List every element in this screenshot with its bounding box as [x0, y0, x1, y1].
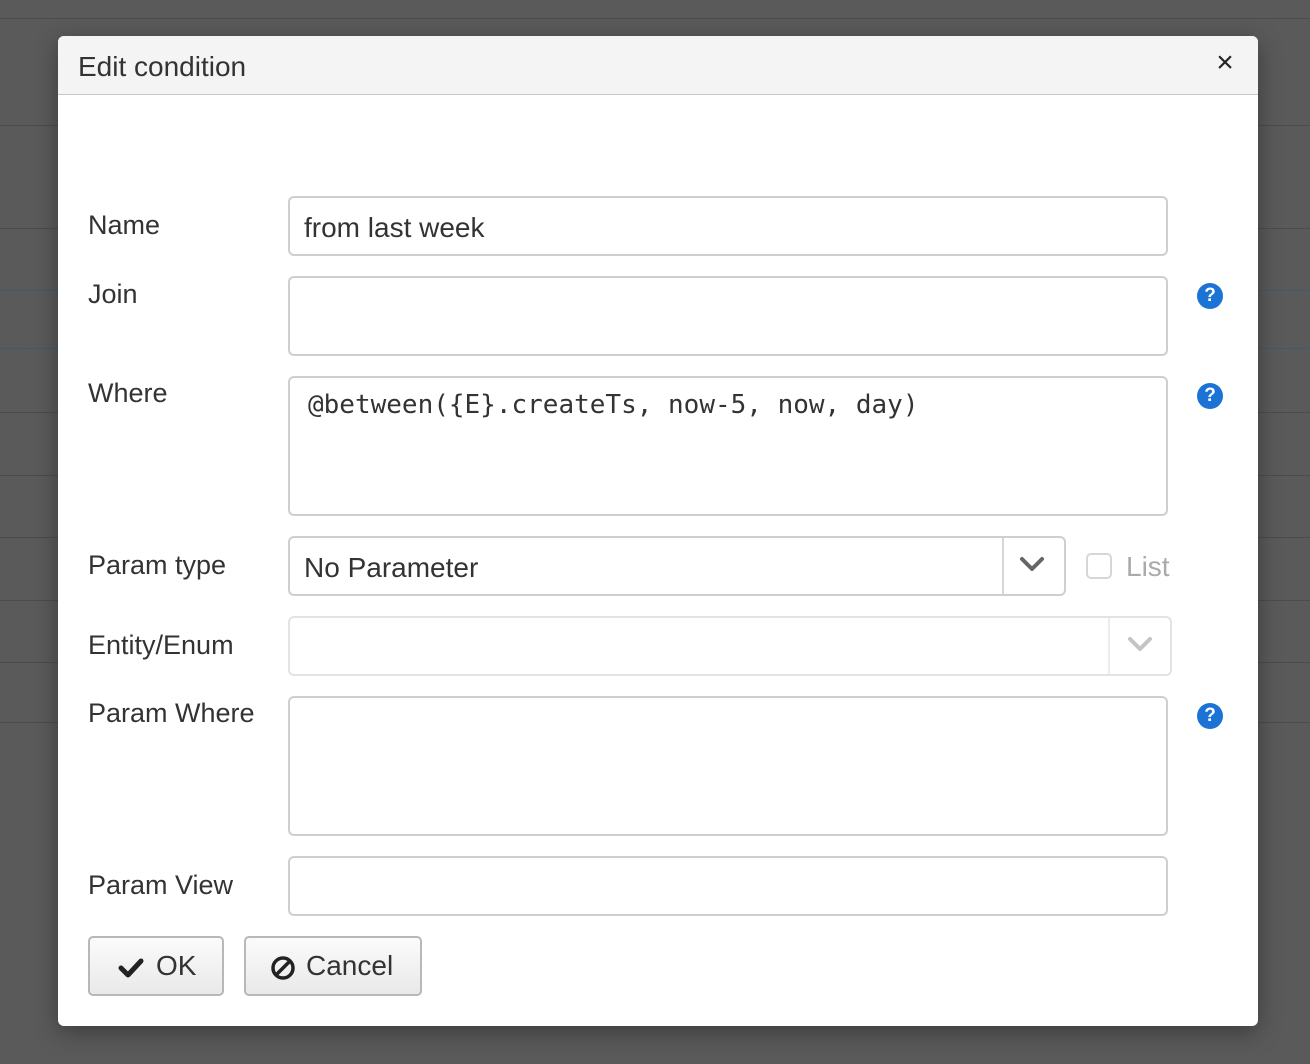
- ban-icon: [271, 956, 295, 980]
- close-icon: ×: [1216, 46, 1234, 79]
- where-label: Where: [88, 378, 168, 408]
- param-where-help-icon[interactable]: ?: [1197, 703, 1223, 729]
- check-icon: [118, 958, 144, 978]
- ok-button-label: OK: [156, 950, 197, 981]
- param-where-label: Param Where: [88, 698, 255, 728]
- select-divider: [1108, 618, 1110, 674]
- entity-enum-label: Entity/Enum: [88, 630, 234, 660]
- ok-button[interactable]: OK: [88, 936, 224, 996]
- list-checkbox-label: List: [1126, 551, 1170, 582]
- dialog-title: Edit condition: [78, 51, 247, 82]
- edit-condition-dialog: Edit condition × Name from last week Joi…: [58, 36, 1258, 1026]
- name-label: Name: [88, 210, 161, 240]
- cancel-button-label: Cancel: [306, 950, 394, 981]
- join-help-icon[interactable]: ?: [1197, 283, 1223, 309]
- join-textarea[interactable]: [288, 276, 1168, 356]
- chevron-down-icon: [1020, 557, 1044, 571]
- name-input[interactable]: from last week: [288, 196, 1168, 256]
- param-view-input[interactable]: [288, 856, 1168, 916]
- where-help-icon[interactable]: ?: [1197, 383, 1223, 409]
- list-checkbox[interactable]: [1086, 553, 1112, 579]
- param-type-value: No Parameter: [304, 552, 479, 583]
- param-type-select[interactable]: No Parameter: [288, 536, 1066, 596]
- param-where-textarea[interactable]: [288, 696, 1168, 836]
- param-type-label: Param type: [88, 550, 227, 580]
- where-textarea-value: @between({E}.createTs, now-5, now, day): [308, 390, 919, 420]
- dialog-header: Edit condition ×: [58, 36, 1258, 95]
- entity-enum-select[interactable]: [288, 616, 1172, 676]
- chevron-down-icon: [1128, 637, 1152, 651]
- where-textarea[interactable]: @between({E}.createTs, now-5, now, day): [288, 376, 1168, 516]
- select-divider: [1002, 538, 1004, 594]
- name-input-value: from last week: [304, 212, 485, 243]
- background-row-divider: [0, 18, 1310, 19]
- join-label: Join: [88, 279, 138, 309]
- close-button[interactable]: ×: [1210, 48, 1240, 78]
- cancel-button[interactable]: Cancel: [244, 936, 422, 996]
- param-view-label: Param View: [88, 870, 234, 900]
